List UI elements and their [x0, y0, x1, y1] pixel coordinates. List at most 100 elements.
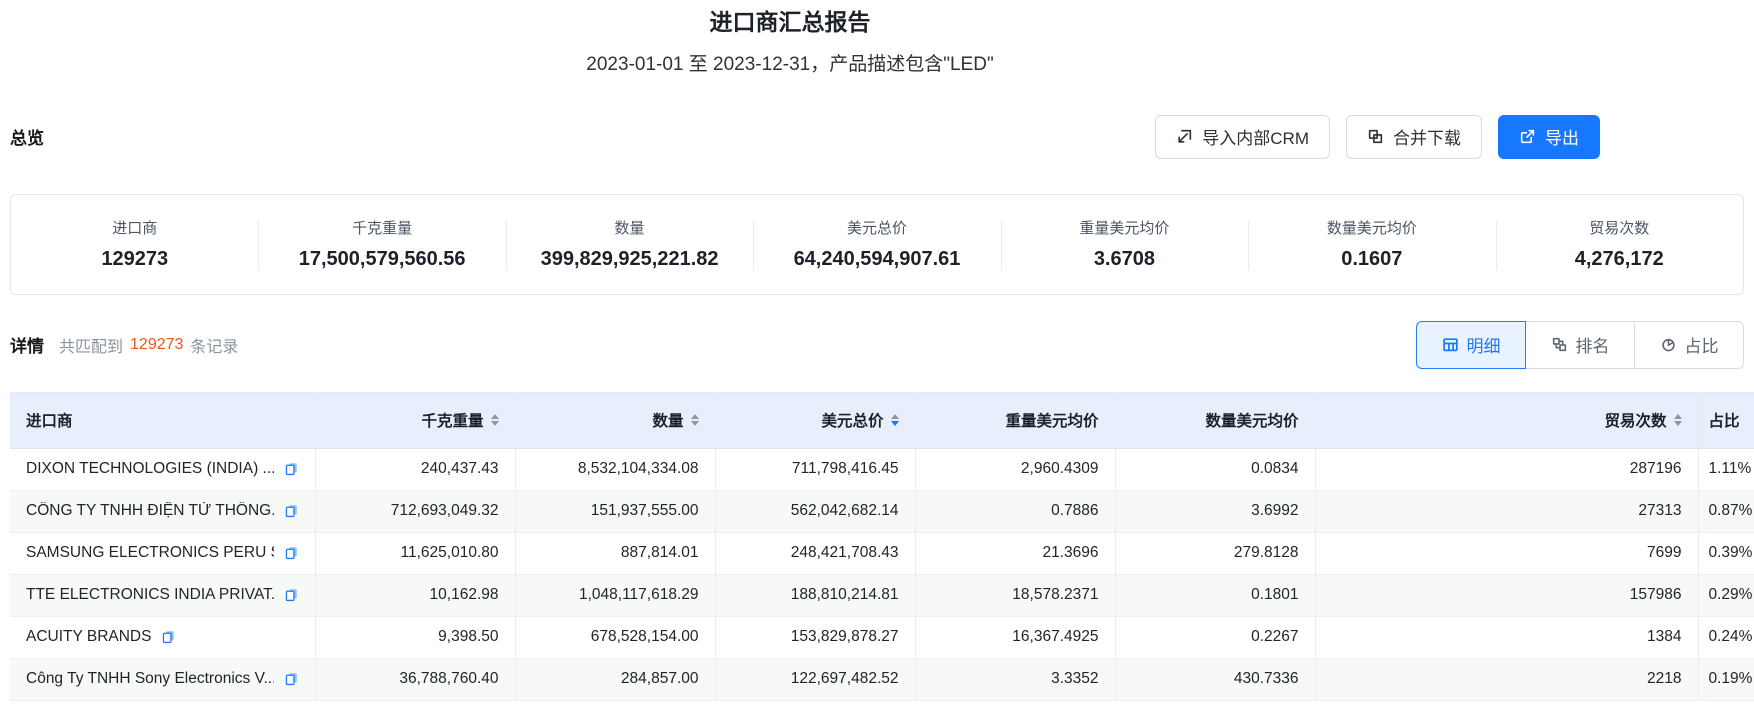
cell-qty: 1,048,117,618.29 [514, 574, 715, 617]
cell-importer: ACUITY BRANDS [10, 616, 315, 659]
cell-qty: 887,814.01 [514, 532, 715, 575]
copy-icon[interactable] [284, 587, 299, 603]
copy-icon[interactable] [284, 671, 299, 687]
overview-heading: 总览 [10, 129, 44, 148]
stat-label: 千克重量 [352, 219, 413, 237]
cell-usd: 562,042,682.14 [714, 490, 915, 533]
tab-detail[interactable]: 明细 [1416, 320, 1526, 369]
importer-name: ACUITY BRANDS [26, 628, 152, 645]
cell-qty: 8,532,104,334.08 [514, 448, 715, 491]
importer-name: TTE ELECTRONICS INDIA PRIVAT... [26, 586, 274, 603]
stat-label: 美元总价 [846, 219, 907, 237]
cell-importer: CÔNG TY TNHH ĐIỆN TỬ THÔNG... [10, 490, 315, 533]
cell-usd_per_kg: 16,367.4925 [914, 616, 1115, 659]
cell-trades: 287196 [1314, 448, 1698, 491]
cell-share: 0.87% [1697, 490, 1754, 533]
match-summary: 共匹配到 129273 条记录 [59, 333, 238, 357]
stat-label: 贸易次数 [1589, 219, 1650, 237]
cell-usd_per_qty: 0.0834 [1114, 448, 1315, 491]
stat-value: 4,276,172 [1574, 247, 1664, 270]
cell-importer: Công Ty TNHH Sony Electronics V... [10, 658, 315, 701]
page-title: 进口商汇总报告 [709, 9, 871, 35]
stat-value: 399,829,925,221.82 [540, 247, 719, 270]
cell-trades: 1384 [1314, 616, 1698, 659]
stat-item: 数量 399,829,925,221.82 [505, 219, 753, 272]
column-header-usd_per_kg: 重量美元均价 [914, 391, 1115, 449]
column-label: 数量 [652, 413, 684, 430]
export-button[interactable]: 导出 [1498, 114, 1600, 159]
cell-kg: 712,693,049.32 [314, 490, 515, 533]
import-icon [1176, 128, 1193, 145]
importer-summary-page: 进口商汇总报告 2023-01-01 至 2023-12-31，产品描述包含"L… [0, 8, 1754, 701]
copy-icon[interactable] [284, 545, 299, 561]
cell-usd_per_kg: 21.3696 [914, 532, 1115, 575]
cell-share: 0.24% [1697, 616, 1754, 659]
cell-trades: 157986 [1314, 574, 1698, 617]
stat-item: 贸易次数 4,276,172 [1495, 219, 1743, 272]
column-label: 贸易次数 [1604, 413, 1667, 430]
tab-label: 明细 [1466, 337, 1501, 356]
sort-carets-icon [490, 414, 499, 426]
cell-importer: SAMSUNG ELECTRONICS PERU S... [10, 532, 315, 575]
column-header-kg[interactable]: 千克重量 [314, 391, 515, 449]
sort-carets-icon [1673, 414, 1682, 426]
cell-share: 1.11% [1697, 448, 1754, 491]
table-icon [1442, 336, 1459, 353]
overview-actions: 导入内部CRM 合并下载 导出 [1155, 114, 1600, 159]
column-header-qty[interactable]: 数量 [514, 391, 715, 449]
cell-usd_per_qty: 3.6992 [1114, 490, 1315, 533]
tab-label: 占比 [1684, 337, 1719, 356]
cell-share: 0.19% [1697, 658, 1754, 701]
report-header: 进口商汇总报告 2023-01-01 至 2023-12-31，产品描述包含"L… [0, 8, 1580, 77]
column-label: 重量美元均价 [1005, 413, 1099, 430]
cell-usd: 122,697,482.52 [714, 658, 915, 701]
copy-icon[interactable] [284, 461, 299, 477]
cell-importer: DIXON TECHNOLOGIES (INDIA) ... [10, 448, 315, 491]
cell-kg: 240,437.43 [314, 448, 515, 491]
ranking-icon [1551, 336, 1568, 353]
column-header-usd_per_qty: 数量美元均价 [1114, 391, 1315, 449]
sort-carets-icon [890, 414, 899, 426]
table-row: ACUITY BRANDS 9,398.50 678,528,154.00 153,… [10, 616, 1754, 659]
overview-bar: 总览 导入内部CRM 合并下载 导出 [10, 114, 1754, 159]
import-crm-button[interactable]: 导入内部CRM [1155, 114, 1330, 159]
cell-kg: 10,162.98 [314, 574, 515, 617]
cell-usd_per_kg: 0.7886 [914, 490, 1115, 533]
pie-icon [1660, 336, 1677, 353]
column-label: 占比 [1708, 413, 1740, 430]
cell-usd_per_qty: 279.8128 [1114, 532, 1315, 575]
cell-share: 0.39% [1697, 532, 1754, 575]
tab-ranking[interactable]: 排名 [1525, 320, 1635, 369]
column-label: 进口商 [26, 413, 73, 430]
cell-usd: 188,810,214.81 [714, 574, 915, 617]
importer-table-scroll[interactable]: 进口商 千克重量 数量 美元总价 重量美元均价 数量美元均价 贸易次数 占比 DIXO… [10, 391, 1754, 701]
copy-icon[interactable] [284, 503, 299, 519]
column-header-importer: 进口商 [10, 391, 315, 449]
stat-item: 重量美元均价 3.6708 [1000, 219, 1248, 272]
cell-usd_per_qty: 0.2267 [1114, 616, 1315, 659]
cell-qty: 284,857.00 [514, 658, 715, 701]
match-prefix: 共匹配到 [59, 338, 124, 356]
merge-download-button[interactable]: 合并下载 [1346, 114, 1482, 159]
column-header-trades[interactable]: 贸易次数 [1314, 391, 1698, 449]
copy-icon[interactable] [161, 629, 176, 645]
cell-share: 0.29% [1697, 574, 1754, 617]
column-header-usd[interactable]: 美元总价 [714, 391, 915, 449]
stat-value: 17,500,579,560.56 [298, 247, 466, 270]
match-count: 129273 [130, 335, 184, 353]
cell-trades: 2218 [1314, 658, 1698, 701]
cell-importer: TTE ELECTRONICS INDIA PRIVAT... [10, 574, 315, 617]
cell-usd: 711,798,416.45 [714, 448, 915, 491]
cell-kg: 11,625,010.80 [314, 532, 515, 575]
stat-label: 进口商 [112, 219, 158, 237]
view-mode-tabs: 明细 排名 占比 [1416, 320, 1744, 369]
tab-share[interactable]: 占比 [1634, 320, 1744, 369]
details-left: 详情 共匹配到 129273 条记录 [10, 332, 238, 357]
column-label: 千克重量 [421, 413, 484, 430]
table-row: CÔNG TY TNHH ĐIỆN TỬ THÔNG... 712,693,04… [10, 490, 1754, 533]
page-subtitle: 2023-01-01 至 2023-12-31，产品描述包含"LED" [586, 53, 994, 75]
merge-download-label: 合并下载 [1393, 129, 1461, 148]
cell-usd_per_kg: 18,578.2371 [914, 574, 1115, 617]
cell-usd_per_qty: 0.1801 [1114, 574, 1315, 617]
cell-usd: 153,829,878.27 [714, 616, 915, 659]
